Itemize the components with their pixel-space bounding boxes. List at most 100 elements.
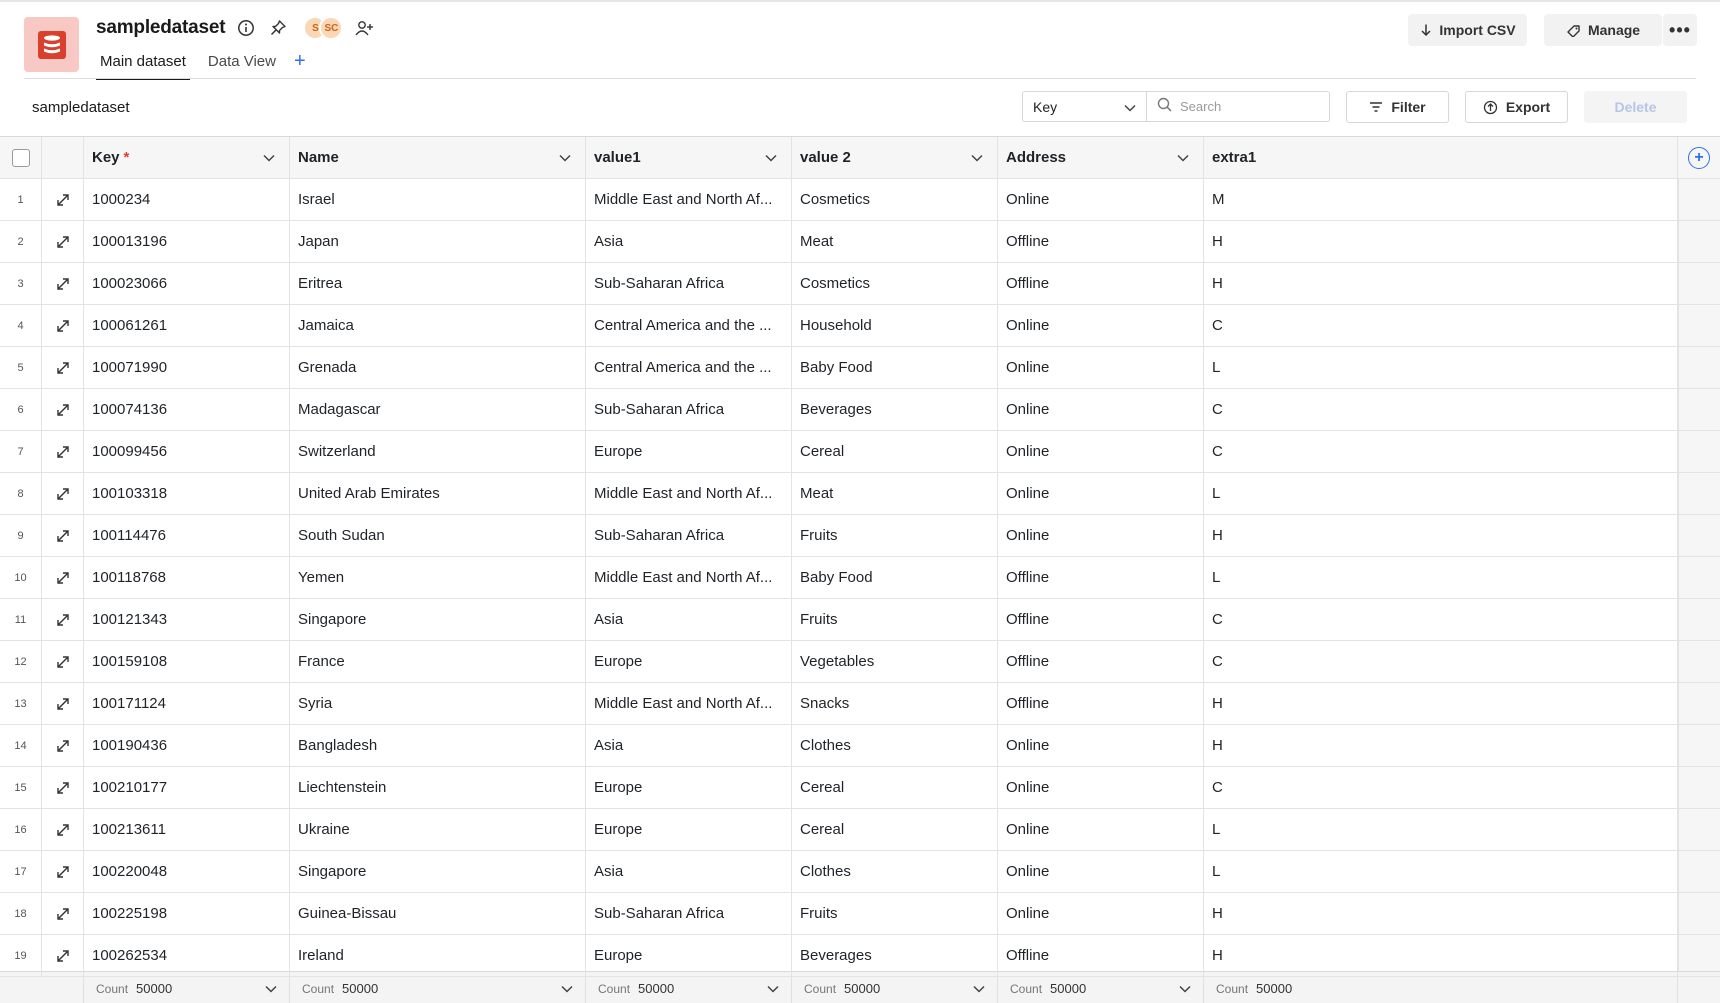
table-cell[interactable]: 100121343 xyxy=(84,599,290,640)
table-row[interactable]: 11 100121343 Singapore Asia Fruits Offline C xyxy=(0,599,1720,641)
table-cell[interactable]: 100023066 xyxy=(84,263,290,304)
table-cell[interactable]: H xyxy=(1204,725,1678,766)
column-header[interactable]: Address xyxy=(998,137,1204,178)
table-cell[interactable]: 1000234 xyxy=(84,179,290,220)
table-cell[interactable]: C xyxy=(1204,599,1678,640)
table-cell[interactable]: Madagascar xyxy=(290,389,586,430)
table-cell[interactable]: L xyxy=(1204,347,1678,388)
expand-row-icon[interactable] xyxy=(42,935,84,976)
chevron-down-icon[interactable] xyxy=(765,154,777,162)
table-cell[interactable]: Sub-Saharan Africa xyxy=(586,389,792,430)
tab-data-view[interactable]: Data View xyxy=(204,50,280,80)
table-cell[interactable]: Middle East and North Af... xyxy=(586,683,792,724)
chevron-down-icon[interactable] xyxy=(1177,154,1189,162)
table-cell[interactable]: Household xyxy=(792,305,998,346)
table-cell[interactable]: Sub-Saharan Africa xyxy=(586,893,792,934)
search-field-select[interactable]: Key xyxy=(1022,91,1146,122)
table-row[interactable]: 3 100023066 Eritrea Sub-Saharan Africa Cosme… xyxy=(0,263,1720,305)
expand-row-icon[interactable] xyxy=(42,473,84,514)
table-cell[interactable]: 100114476 xyxy=(84,515,290,556)
table-cell[interactable]: Clothes xyxy=(792,725,998,766)
chevron-down-icon[interactable] xyxy=(561,985,573,993)
table-cell[interactable]: Ukraine xyxy=(290,809,586,850)
table-row[interactable]: 4 100061261 Jamaica Central America and the… xyxy=(0,305,1720,347)
table-cell[interactable]: Europe xyxy=(586,767,792,808)
table-cell[interactable]: Offline xyxy=(998,641,1204,682)
table-cell[interactable]: H xyxy=(1204,683,1678,724)
table-cell[interactable]: Offline xyxy=(998,683,1204,724)
table-cell[interactable]: Sub-Saharan Africa xyxy=(586,263,792,304)
table-row[interactable]: 18 100225198 Guinea-Bissau Sub-Saharan Afri… xyxy=(0,893,1720,935)
expand-row-icon[interactable] xyxy=(42,515,84,556)
table-cell[interactable]: Sub-Saharan Africa xyxy=(586,515,792,556)
table-cell[interactable]: H xyxy=(1204,515,1678,556)
expand-row-icon[interactable] xyxy=(42,683,84,724)
table-cell[interactable]: Baby Food xyxy=(792,347,998,388)
table-cell[interactable]: Grenada xyxy=(290,347,586,388)
expand-row-icon[interactable] xyxy=(42,389,84,430)
table-cell[interactable]: L xyxy=(1204,809,1678,850)
table-row[interactable]: 9 100114476 South Sudan Sub-Saharan Africa F… xyxy=(0,515,1720,557)
table-row[interactable]: 6 100074136 Madagascar Sub-Saharan Africa Be… xyxy=(0,389,1720,431)
table-cell[interactable]: Fruits xyxy=(792,515,998,556)
table-row[interactable]: 17 100220048 Singapore Asia Clothes Online L xyxy=(0,851,1720,893)
table-cell[interactable]: Snacks xyxy=(792,683,998,724)
table-row[interactable]: 10 100118768 Yemen Middle East and North Af… xyxy=(0,557,1720,599)
table-cell[interactable]: Fruits xyxy=(792,599,998,640)
table-cell[interactable]: Europe xyxy=(586,809,792,850)
table-cell[interactable]: Offline xyxy=(998,557,1204,598)
table-cell[interactable]: C xyxy=(1204,389,1678,430)
column-header[interactable]: extra1 xyxy=(1204,137,1678,178)
pin-icon[interactable] xyxy=(267,17,289,39)
expand-row-icon[interactable] xyxy=(42,641,84,682)
table-cell[interactable]: H xyxy=(1204,893,1678,934)
expand-row-icon[interactable] xyxy=(42,347,84,388)
table-cell[interactable]: Jamaica xyxy=(290,305,586,346)
table-cell[interactable]: Offline xyxy=(998,221,1204,262)
more-options-button[interactable]: ••• xyxy=(1663,14,1697,46)
chevron-down-icon[interactable] xyxy=(265,985,277,993)
table-cell[interactable]: Liechtenstein xyxy=(290,767,586,808)
delete-button[interactable]: Delete xyxy=(1584,91,1687,123)
table-cell[interactable]: M xyxy=(1204,179,1678,220)
table-cell[interactable]: Yemen xyxy=(290,557,586,598)
table-cell[interactable]: Meat xyxy=(792,221,998,262)
table-cell[interactable]: Europe xyxy=(586,641,792,682)
table-cell[interactable]: 100220048 xyxy=(84,851,290,892)
add-tab-button[interactable]: + xyxy=(294,50,306,71)
table-cell[interactable]: Eritrea xyxy=(290,263,586,304)
column-header[interactable]: value1 xyxy=(586,137,792,178)
export-button[interactable]: Export xyxy=(1465,91,1568,123)
table-cell[interactable]: Central America and the ... xyxy=(586,347,792,388)
table-cell[interactable]: Online xyxy=(998,179,1204,220)
table-cell[interactable]: Middle East and North Af... xyxy=(586,557,792,598)
table-cell[interactable]: Beverages xyxy=(792,389,998,430)
table-cell[interactable]: Offline xyxy=(998,599,1204,640)
avatar[interactable]: SC xyxy=(319,16,344,40)
table-cell[interactable]: L xyxy=(1204,851,1678,892)
table-cell[interactable]: 100071990 xyxy=(84,347,290,388)
table-cell[interactable]: Asia xyxy=(586,221,792,262)
chevron-down-icon[interactable] xyxy=(263,154,275,162)
table-cell[interactable]: Beverages xyxy=(792,935,998,976)
table-cell[interactable]: United Arab Emirates xyxy=(290,473,586,514)
tab-main-dataset[interactable]: Main dataset xyxy=(96,50,190,80)
table-row[interactable]: 2 100013196 Japan Asia Meat Offline H xyxy=(0,221,1720,263)
table-cell[interactable]: Vegetables xyxy=(792,641,998,682)
table-row[interactable]: 7 100099456 Switzerland Europe Cereal Online C xyxy=(0,431,1720,473)
table-row[interactable]: 12 100159108 France Europe Vegetables Offline… xyxy=(0,641,1720,683)
table-cell[interactable]: C xyxy=(1204,305,1678,346)
table-row[interactable]: 14 100190436 Bangladesh Asia Clothes Online H xyxy=(0,725,1720,767)
table-cell[interactable]: 100061261 xyxy=(84,305,290,346)
table-cell[interactable]: H xyxy=(1204,935,1678,976)
table-cell[interactable]: Central America and the ... xyxy=(586,305,792,346)
table-cell[interactable]: H xyxy=(1204,221,1678,262)
table-row[interactable]: 13 100171124 Syria Middle East and North Af… xyxy=(0,683,1720,725)
table-cell[interactable]: L xyxy=(1204,473,1678,514)
expand-row-icon[interactable] xyxy=(42,305,84,346)
table-cell[interactable]: Asia xyxy=(586,725,792,766)
table-cell[interactable]: 100190436 xyxy=(84,725,290,766)
expand-row-icon[interactable] xyxy=(42,809,84,850)
add-column-button[interactable]: + xyxy=(1678,137,1720,179)
search-input[interactable] xyxy=(1180,99,1320,114)
